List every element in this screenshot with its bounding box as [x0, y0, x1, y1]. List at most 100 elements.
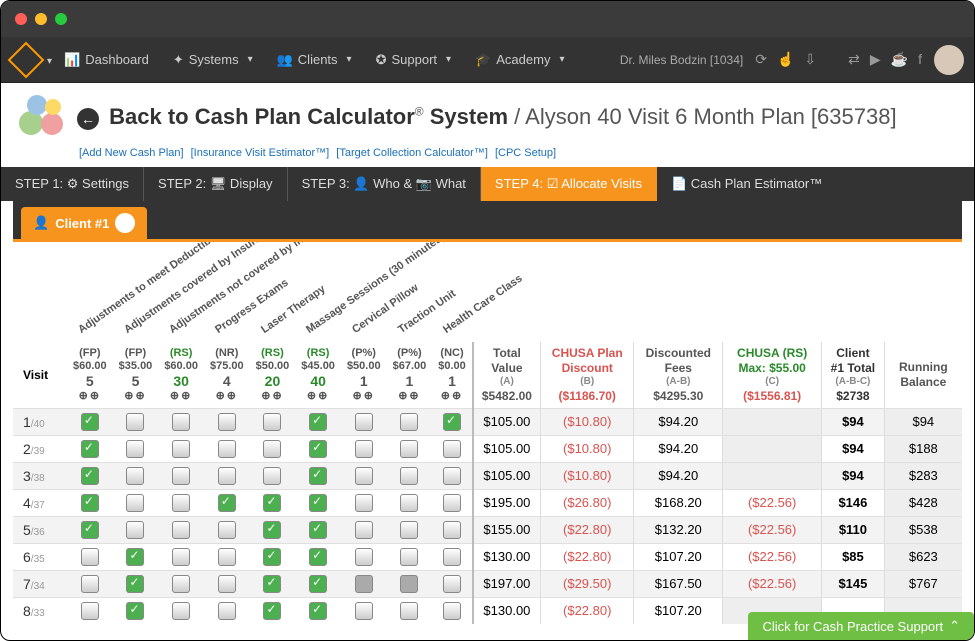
link-tcc[interactable]: [Target Collection Calculator™] — [336, 147, 488, 159]
checkbox-r2-c7[interactable] — [400, 467, 418, 485]
checkbox-r6-c7[interactable] — [400, 575, 418, 593]
nav-clients[interactable]: 👥Clients — [265, 37, 364, 82]
step-1[interactable]: STEP 1: ⚙ Settings — [1, 167, 144, 201]
checkbox-r3-c6[interactable] — [355, 494, 373, 512]
video-icon[interactable]: ▶ — [870, 51, 881, 68]
checkbox-r7-c2[interactable] — [172, 602, 190, 620]
bulk-toggle-6[interactable]: ⊕⊕ — [353, 390, 375, 402]
checkbox-r0-c1[interactable] — [126, 413, 144, 431]
checkbox-r4-c7[interactable] — [400, 521, 418, 539]
checkbox-r5-c5[interactable] — [309, 548, 327, 566]
checkbox-r6-c2[interactable] — [172, 575, 190, 593]
coffee-icon[interactable]: ☕ — [891, 51, 908, 68]
checkbox-r1-c0[interactable] — [81, 440, 99, 458]
checkbox-r3-c5[interactable] — [309, 494, 327, 512]
checkbox-r6-c0[interactable] — [81, 575, 99, 593]
user-label[interactable]: Dr. Miles Bodzin [1034] — [620, 53, 743, 67]
window-min[interactable] — [35, 13, 47, 25]
checkbox-r1-c4[interactable] — [263, 440, 281, 458]
checkbox-r4-c6[interactable] — [355, 521, 373, 539]
checkbox-r0-c4[interactable] — [263, 413, 281, 431]
nav-systems[interactable]: ✦Systems — [161, 37, 265, 82]
bulk-toggle-2[interactable]: ⊕⊕ — [170, 390, 192, 402]
checkbox-r2-c1[interactable] — [126, 467, 144, 485]
checkbox-r2-c5[interactable] — [309, 467, 327, 485]
checkbox-r2-c3[interactable] — [218, 467, 236, 485]
facebook-icon[interactable]: f — [918, 51, 922, 68]
checkbox-r6-c8[interactable] — [443, 575, 461, 593]
checkbox-r3-c1[interactable] — [126, 494, 144, 512]
checkbox-r7-c7[interactable] — [400, 602, 418, 620]
checkbox-r2-c8[interactable] — [443, 467, 461, 485]
checkbox-r5-c6[interactable] — [355, 548, 373, 566]
back-arrow-icon[interactable]: ← — [77, 108, 99, 130]
checkbox-r4-c5[interactable] — [309, 521, 327, 539]
client-tab-1[interactable]: 👤Client #1 — [21, 207, 147, 239]
link-add-plan[interactable]: [Add New Cash Plan] — [79, 147, 184, 159]
checkbox-r4-c0[interactable] — [81, 521, 99, 539]
checkbox-r3-c3[interactable] — [218, 494, 236, 512]
checkbox-r0-c2[interactable] — [172, 413, 190, 431]
link-ive[interactable]: [Insurance Visit Estimator™] — [191, 147, 330, 159]
bulk-toggle-1[interactable]: ⊕⊕ — [124, 390, 146, 402]
checkbox-r4-c8[interactable] — [443, 521, 461, 539]
checkbox-r1-c7[interactable] — [400, 440, 418, 458]
support-button[interactable]: Click for Cash Practice Support⌃ — [748, 612, 974, 640]
checkbox-r3-c2[interactable] — [172, 494, 190, 512]
checkbox-r6-c5[interactable] — [309, 575, 327, 593]
checkbox-r0-c0[interactable] — [81, 413, 99, 431]
checkbox-r3-c7[interactable] — [400, 494, 418, 512]
checkbox-r3-c4[interactable] — [263, 494, 281, 512]
checkbox-r4-c4[interactable] — [263, 521, 281, 539]
checkbox-r5-c8[interactable] — [443, 548, 461, 566]
bulk-toggle-3[interactable]: ⊕⊕ — [216, 390, 238, 402]
checkbox-r5-c0[interactable] — [81, 548, 99, 566]
bulk-toggle-7[interactable]: ⊕⊕ — [398, 390, 420, 402]
nav-academy[interactable]: 🎓Academy — [463, 37, 576, 82]
step-3[interactable]: STEP 3: 👤 Who & 📷 What — [288, 167, 481, 201]
checkbox-r7-c5[interactable] — [309, 602, 327, 620]
checkbox-r6-c3[interactable] — [218, 575, 236, 593]
step-estimator[interactable]: 📄 Cash Plan Estimator™ — [657, 167, 836, 201]
app-logo[interactable] — [8, 41, 45, 78]
checkbox-r2-c0[interactable] — [81, 467, 99, 485]
checkbox-r2-c2[interactable] — [172, 467, 190, 485]
checkbox-r0-c5[interactable] — [309, 413, 327, 431]
bulk-toggle-5[interactable]: ⊕⊕ — [307, 390, 329, 402]
checkbox-r0-c3[interactable] — [218, 413, 236, 431]
download-icon[interactable]: ⇩ — [804, 51, 816, 68]
checkbox-r5-c7[interactable] — [400, 548, 418, 566]
checkbox-r0-c8[interactable] — [443, 413, 461, 431]
checkbox-r1-c3[interactable] — [218, 440, 236, 458]
checkbox-r5-c3[interactable] — [218, 548, 236, 566]
window-close[interactable] — [15, 13, 27, 25]
checkbox-r1-c8[interactable] — [443, 440, 461, 458]
bulk-toggle-4[interactable]: ⊕⊕ — [261, 390, 283, 402]
checkbox-r1-c5[interactable] — [309, 440, 327, 458]
checkbox-r3-c0[interactable] — [81, 494, 99, 512]
checkbox-r1-c6[interactable] — [355, 440, 373, 458]
checkbox-r7-c3[interactable] — [218, 602, 236, 620]
nav-dashboard[interactable]: 📊Dashboard — [52, 37, 161, 82]
checkbox-r7-c8[interactable] — [443, 602, 461, 620]
checkbox-r0-c7[interactable] — [400, 413, 418, 431]
checkbox-r6-c4[interactable] — [263, 575, 281, 593]
checkbox-r5-c2[interactable] — [172, 548, 190, 566]
checkbox-r4-c1[interactable] — [126, 521, 144, 539]
window-max[interactable] — [55, 13, 67, 25]
step-4[interactable]: STEP 4: ☑ Allocate Visits — [481, 167, 657, 201]
checkbox-r1-c2[interactable] — [172, 440, 190, 458]
bulk-toggle-0[interactable]: ⊕⊕ — [79, 390, 101, 402]
checkbox-r7-c6[interactable] — [355, 602, 373, 620]
checkbox-r2-c4[interactable] — [263, 467, 281, 485]
user-avatar[interactable] — [934, 45, 964, 75]
refresh-icon[interactable]: ⟳ — [755, 51, 767, 68]
step-2[interactable]: STEP 2: 🖥 Display — [144, 167, 288, 201]
checkbox-r5-c4[interactable] — [263, 548, 281, 566]
checkbox-r6-c6[interactable] — [355, 575, 373, 593]
checkbox-r4-c2[interactable] — [172, 521, 190, 539]
checkbox-r0-c6[interactable] — [355, 413, 373, 431]
checkbox-r7-c1[interactable] — [126, 602, 144, 620]
checkbox-r1-c1[interactable] — [126, 440, 144, 458]
checkbox-r5-c1[interactable] — [126, 548, 144, 566]
